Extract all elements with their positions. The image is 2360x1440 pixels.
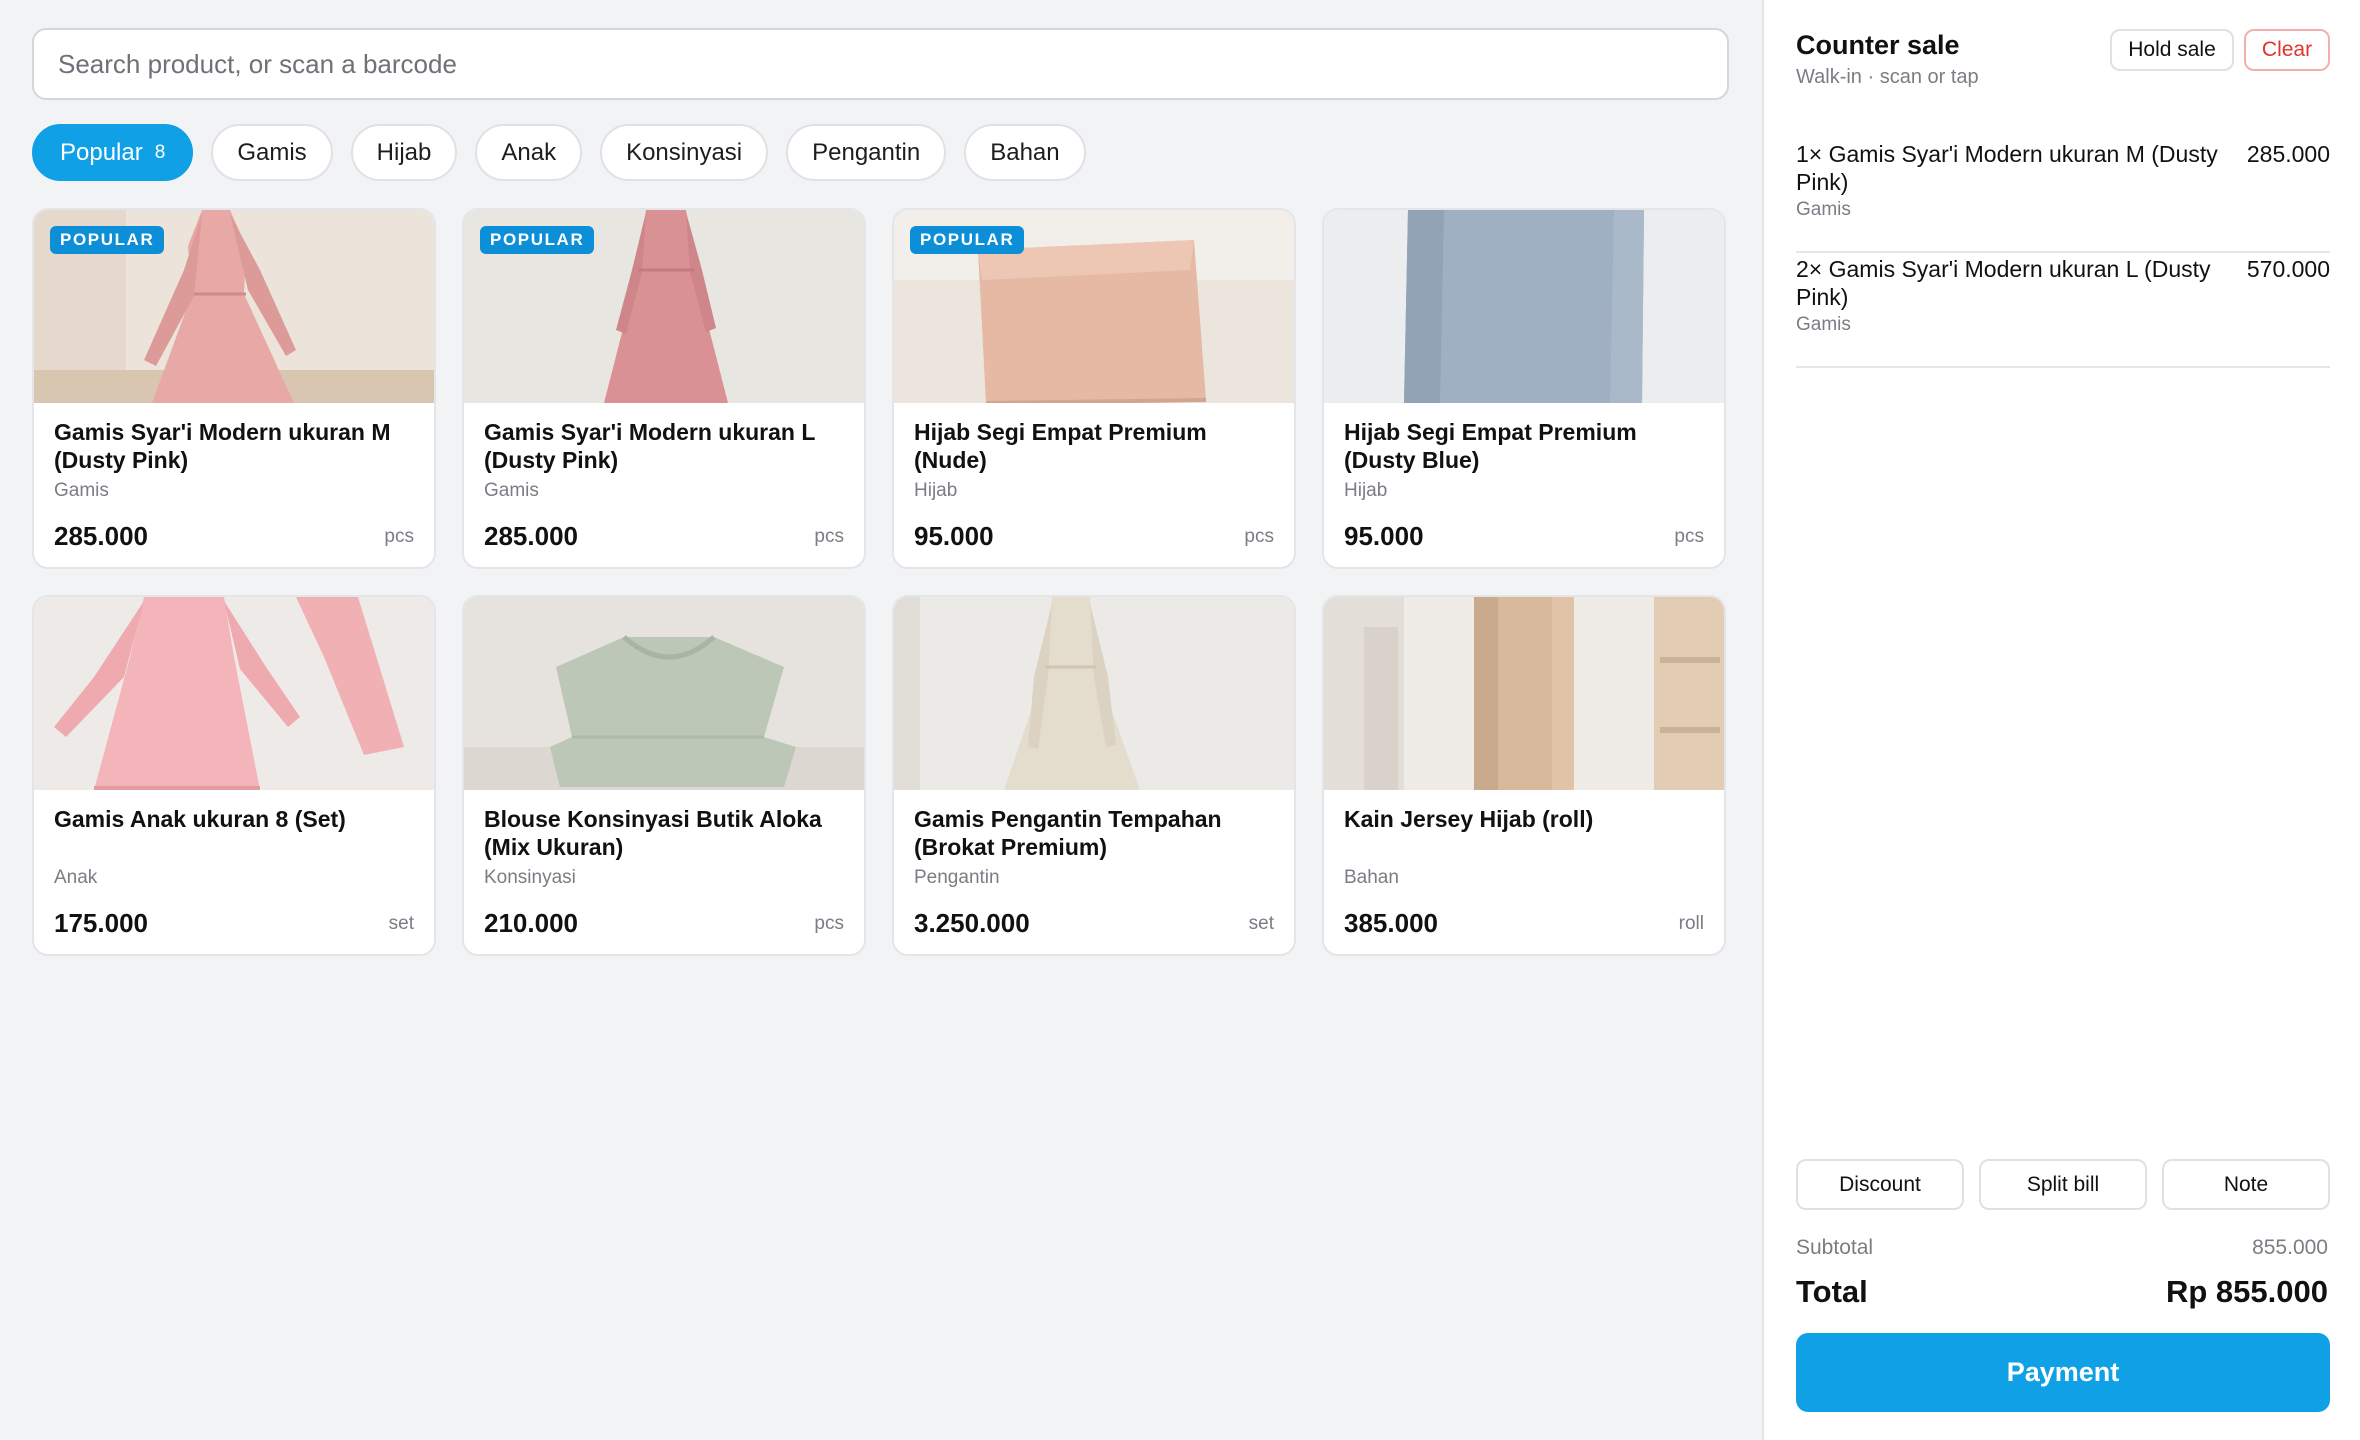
- product-unit: pcs: [1244, 526, 1274, 547]
- payment-button[interactable]: Payment: [1796, 1333, 2330, 1412]
- product-image: [1324, 210, 1724, 403]
- category-chip-konsinyasi[interactable]: Konsinyasi: [600, 124, 769, 181]
- product-card[interactable]: POPULAR Gamis Syar'i Modern ukuran L (Du…: [462, 208, 866, 569]
- total-value: Rp 855.000: [2166, 1274, 2328, 1309]
- product-category: Hijab: [914, 480, 958, 501]
- category-chip-label: Anak: [501, 138, 557, 166]
- product-card[interactable]: Hijab Segi Empat Premium (Dusty Blue) Hi…: [1322, 208, 1726, 569]
- product-card[interactable]: Gamis Anak ukuran 8 (Set) Anak 175.000 s…: [32, 595, 436, 956]
- product-category: Pengantin: [914, 867, 1000, 888]
- product-unit: set: [1248, 913, 1274, 934]
- category-chip-label: Bahan: [990, 138, 1060, 166]
- product-card[interactable]: Gamis Pengantin Tempahan (Brokat Premium…: [892, 595, 1296, 956]
- category-chip-label: Gamis: [237, 138, 307, 166]
- cart-line-item[interactable]: 1× Gamis Syar'i Modern ukuran M (Dusty P…: [1796, 140, 2330, 253]
- popular-badge: POPULAR: [910, 226, 1025, 254]
- popular-badge: POPULAR: [480, 226, 595, 254]
- product-unit: pcs: [814, 526, 844, 547]
- product-name: Gamis Syar'i Modern ukuran L (Dusty Pink…: [484, 419, 815, 473]
- category-filter-bar: Popular 8 Gamis Hijab Anak Konsinyasi Pe…: [32, 124, 1086, 181]
- line-item-category: Gamis: [1796, 314, 1851, 335]
- product-card[interactable]: Kain Jersey Hijab (roll) Bahan 385.000 r…: [1322, 595, 1726, 956]
- category-chip-gamis[interactable]: Gamis: [211, 124, 333, 181]
- product-unit: pcs: [1674, 526, 1704, 547]
- hold-sale-button[interactable]: Hold sale: [2110, 29, 2234, 71]
- product-price: 285.000: [54, 521, 148, 551]
- line-item-name: 1× Gamis Syar'i Modern ukuran M (Dusty P…: [1796, 141, 2218, 195]
- product-unit: pcs: [384, 526, 414, 547]
- search-input[interactable]: [32, 28, 1729, 100]
- pos-app: Popular 8 Gamis Hijab Anak Konsinyasi Pe…: [0, 0, 2360, 1440]
- product-image: [34, 597, 434, 790]
- product-price: 175.000: [54, 908, 148, 938]
- product-card[interactable]: POPULAR Gamis Syar'i Modern ukuran M (Du…: [32, 208, 436, 569]
- product-image: POPULAR: [464, 210, 864, 403]
- line-item-name: 2× Gamis Syar'i Modern ukuran L (Dusty P…: [1796, 256, 2211, 310]
- popular-badge: POPULAR: [50, 226, 165, 254]
- product-image: [894, 597, 1294, 790]
- product-category: Konsinyasi: [484, 867, 576, 888]
- product-name: Kain Jersey Hijab (roll): [1344, 806, 1594, 832]
- category-chip-label: Konsinyasi: [626, 138, 743, 166]
- product-unit: set: [388, 913, 414, 934]
- clear-cart-button[interactable]: Clear: [2244, 29, 2330, 71]
- subtotal-label: Subtotal: [1796, 1236, 1874, 1259]
- product-unit: pcs: [814, 913, 844, 934]
- total-label: Total: [1796, 1274, 1868, 1309]
- category-chip-popular[interactable]: Popular 8: [32, 124, 194, 181]
- cart-title: Counter sale: [1796, 30, 1960, 60]
- cart-subtitle: Walk-in · scan or tap: [1796, 66, 1979, 88]
- product-category: Anak: [54, 867, 98, 888]
- product-price: 95.000: [1344, 521, 1424, 551]
- category-count-badge: 8: [154, 141, 166, 163]
- product-card[interactable]: Blouse Konsinyasi Butik Aloka (Mix Ukura…: [462, 595, 866, 956]
- product-name: Hijab Segi Empat Premium (Dusty Blue): [1344, 419, 1637, 473]
- product-category: Bahan: [1344, 867, 1399, 888]
- product-image: POPULAR: [894, 210, 1294, 403]
- product-category: Gamis: [484, 480, 539, 501]
- note-button[interactable]: Note: [2162, 1159, 2330, 1210]
- category-chip-bahan[interactable]: Bahan: [964, 124, 1086, 181]
- product-price: 3.250.000: [914, 908, 1030, 938]
- category-chip-label: Pengantin: [812, 138, 921, 166]
- category-chip-hijab[interactable]: Hijab: [350, 124, 458, 181]
- line-item-category: Gamis: [1796, 199, 1851, 220]
- line-item-amount: 285.000: [2246, 141, 2330, 167]
- product-card[interactable]: POPULAR Hijab Segi Empat Premium (Nude) …: [892, 208, 1296, 569]
- category-chip-label: Hijab: [376, 138, 432, 166]
- line-item-amount: 570.000: [2246, 256, 2330, 282]
- product-name: Gamis Anak ukuran 8 (Set): [54, 806, 346, 832]
- product-grid: POPULAR Gamis Syar'i Modern ukuran M (Du…: [32, 208, 1726, 956]
- category-chip-pengantin[interactable]: Pengantin: [786, 124, 947, 181]
- product-image: [464, 597, 864, 790]
- product-name: Blouse Konsinyasi Butik Aloka (Mix Ukura…: [484, 806, 822, 860]
- product-price: 385.000: [1344, 908, 1438, 938]
- category-chip-anak[interactable]: Anak: [475, 124, 583, 181]
- subtotal-value: 855.000: [2252, 1236, 2328, 1259]
- product-category: Gamis: [54, 480, 109, 501]
- product-price: 210.000: [484, 908, 578, 938]
- product-name: Hijab Segi Empat Premium (Nude): [914, 419, 1207, 473]
- split-bill-button[interactable]: Split bill: [1979, 1159, 2147, 1210]
- product-name: Gamis Syar'i Modern ukuran M (Dusty Pink…: [54, 419, 391, 473]
- product-image: POPULAR: [34, 210, 434, 403]
- cart-panel: Counter sale Walk-in · scan or tap Hold …: [1762, 0, 2360, 1440]
- product-name: Gamis Pengantin Tempahan (Brokat Premium…: [914, 806, 1222, 860]
- product-catalog: Popular 8 Gamis Hijab Anak Konsinyasi Pe…: [0, 0, 1762, 1440]
- product-unit: roll: [1678, 913, 1704, 934]
- category-chip-label: Popular: [60, 138, 143, 166]
- product-price: 285.000: [484, 521, 578, 551]
- product-category: Hijab: [1344, 480, 1388, 501]
- product-price: 95.000: [914, 521, 994, 551]
- product-image: [1324, 597, 1724, 790]
- cart-line-item[interactable]: 2× Gamis Syar'i Modern ukuran L (Dusty P…: [1796, 255, 2330, 368]
- discount-button[interactable]: Discount: [1796, 1159, 1964, 1210]
